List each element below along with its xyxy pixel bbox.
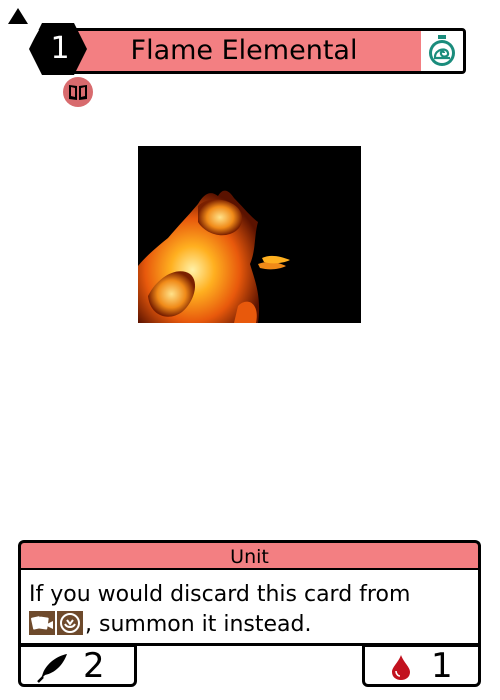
card-rules-text: If you would discard this card from , su… xyxy=(18,568,481,646)
deck-icon xyxy=(57,611,83,635)
life-stat: 1 xyxy=(362,644,481,687)
slow-timer-icon xyxy=(421,31,463,71)
cost-hexagon: 1 xyxy=(28,22,88,76)
rules-text-part2: , summon it instead. xyxy=(85,612,312,637)
card-type-bar: Unit xyxy=(18,540,481,570)
rules-text-part1: If you would discard this card from xyxy=(29,582,411,607)
card-artwork xyxy=(138,146,361,323)
power-stat: 2 xyxy=(18,644,137,687)
book-icon xyxy=(63,77,93,107)
card-title-bar: Flame Elemental xyxy=(62,28,466,74)
blood-drop-icon xyxy=(392,655,410,680)
card-name: Flame Elemental xyxy=(130,35,358,66)
expand-triangle-icon[interactable] xyxy=(8,8,28,24)
power-value: 2 xyxy=(83,646,105,686)
feather-icon xyxy=(37,654,67,683)
life-value: 1 xyxy=(431,646,453,686)
cards-hand-icon xyxy=(29,611,55,635)
cost-value: 1 xyxy=(50,31,70,66)
